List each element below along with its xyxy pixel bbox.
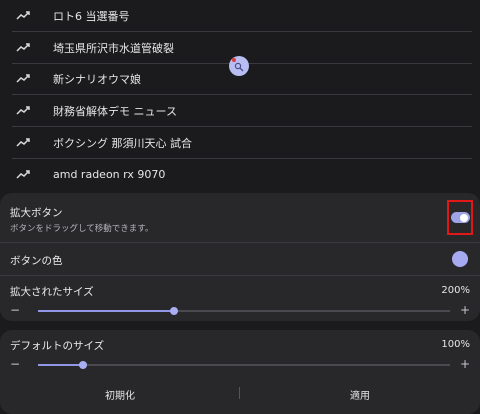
magnifier-settings-panel — [0, 193, 480, 321]
trend-item-label: amd radeon rx 9070 — [53, 168, 166, 181]
toggle-knob — [460, 213, 468, 222]
magnify-button-toggle[interactable] — [450, 212, 470, 223]
magnify-button-title: 拡大ボタン — [10, 207, 63, 219]
default-size-value: 100% — [441, 339, 470, 350]
divider — [0, 242, 480, 243]
trending-up-icon — [16, 105, 32, 117]
trend-item-label: 財務省解体デモ ニュース — [53, 104, 177, 118]
trend-item[interactable]: ボクシング 那須川天心 試合 — [12, 127, 472, 159]
reset-button[interactable]: 初期化 — [0, 384, 240, 404]
slider-fill — [38, 310, 174, 312]
floating-magnifier-button[interactable] — [229, 56, 249, 76]
trending-up-icon — [16, 73, 32, 85]
trend-item-label: 新シナリオウマ娘 — [53, 72, 141, 86]
default-size-decrease-button[interactable]: − — [10, 358, 20, 370]
button-color-title: ボタンの色 — [10, 255, 63, 267]
button-color-swatch[interactable] — [452, 251, 468, 267]
magnified-size-value: 200% — [441, 285, 470, 296]
toggle-highlight — [447, 200, 473, 235]
trending-up-icon — [16, 10, 32, 22]
trend-item-label: ボクシング 那須川天心 試合 — [53, 136, 192, 150]
trend-item[interactable]: 財務省解体デモ ニュース — [12, 95, 472, 127]
trending-up-icon — [16, 42, 32, 54]
trend-item[interactable]: ロト6 当選番号 — [12, 0, 472, 32]
magnify-button-subtitle: ボタンをドラッグして移動できます。 — [10, 224, 154, 234]
divider — [0, 275, 480, 276]
trending-up-icon — [16, 169, 32, 181]
default-size-title: デフォルトのサイズ — [10, 340, 105, 352]
trend-item-label: 埼玉県所沢市水道管破裂 — [53, 41, 174, 55]
magnified-size-title: 拡大されたサイズ — [10, 286, 94, 298]
trend-item[interactable]: amd radeon rx 9070 — [12, 159, 472, 190]
slider-fill — [38, 364, 84, 366]
magnified-size-slider[interactable] — [38, 307, 450, 315]
apply-button[interactable]: 適用 — [240, 384, 480, 404]
trend-item-label: ロト6 当選番号 — [53, 9, 130, 23]
notification-dot — [232, 58, 236, 62]
trending-search-list: ロト6 当選番号 埼玉県所沢市水道管破裂 新シナリオウマ娘 財務省解体デモ ニュ… — [0, 0, 480, 190]
default-size-slider[interactable] — [38, 361, 450, 369]
magnified-size-decrease-button[interactable]: − — [10, 304, 20, 316]
trending-up-icon — [16, 137, 32, 149]
magnified-size-increase-button[interactable]: + — [460, 304, 470, 316]
default-size-increase-button[interactable]: + — [460, 358, 470, 370]
slider-thumb[interactable] — [169, 307, 178, 315]
